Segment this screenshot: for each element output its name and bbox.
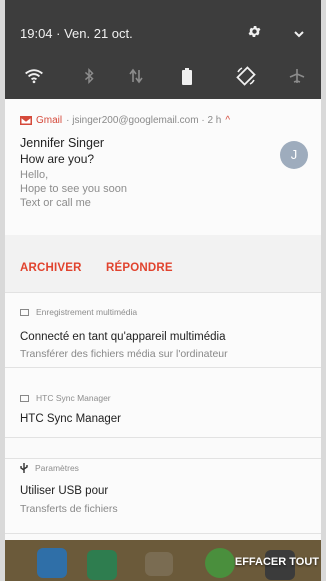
battery-icon (170, 62, 204, 90)
usb-settings-notification[interactable]: Paramètres Utiliser USB pour Transferts … (5, 458, 321, 534)
email-subject: How are you? (20, 152, 95, 166)
email-body-line: Text or call me (20, 197, 91, 209)
gmail-notification[interactable]: Gmail · jsinger200@googlemail.com · 2 h … (5, 99, 321, 293)
notification-shade: 19:04 · Ven. 21 oct. Gmail · jsinger200@… (5, 0, 321, 545)
media-transfer-notification[interactable]: Enregistrement multimédia Connecté en ta… (5, 293, 321, 368)
gmail-account-time: · jsinger200@googlemail.com · 2 h (66, 115, 222, 126)
sender-avatar: J (280, 141, 308, 169)
notification-app-name: HTC Sync Manager (36, 393, 111, 403)
gmail-icon (20, 116, 32, 125)
bluetooth-icon[interactable] (72, 62, 106, 90)
notification-actions: ARCHIVER RÉPONDRE (5, 235, 321, 292)
notification-text: Transférer des fichiers média sur l'ordi… (20, 348, 228, 360)
email-body-line: Hope to see you soon (20, 183, 128, 195)
notification-app-name: Enregistrement multimédia (36, 307, 138, 317)
collapse-chevron-icon[interactable]: ^ (225, 115, 230, 126)
status-header: 19:04 · Ven. 21 oct. (5, 0, 321, 99)
messages-app-icon (87, 550, 117, 580)
browser-app-icon (205, 548, 235, 578)
wifi-icon[interactable] (17, 62, 51, 90)
notification-title: Connecté en tant qu'appareil multimédia (20, 331, 226, 343)
auto-rotate-icon[interactable] (229, 62, 263, 90)
archive-button[interactable]: ARCHIVER (20, 262, 82, 274)
expand-chevron-icon[interactable] (293, 26, 305, 44)
clear-all-button[interactable]: EFFACER TOUT (235, 556, 319, 568)
gmail-header: Gmail · jsinger200@googlemail.com · 2 h … (20, 115, 230, 126)
gmail-app-name: Gmail (36, 115, 63, 126)
notification-text: Transferts de fichiers (20, 503, 118, 515)
settings-gear-icon[interactable] (247, 24, 262, 44)
usb-icon (20, 463, 28, 473)
phone-app-icon (37, 548, 67, 578)
usb-device-icon (20, 308, 29, 316)
notification-title: Utiliser USB pour (20, 485, 109, 497)
reply-button[interactable]: RÉPONDRE (106, 262, 173, 274)
apps-drawer-icon (145, 552, 173, 576)
notification-app-name: Paramètres (35, 463, 79, 473)
data-transfer-icon[interactable] (119, 62, 153, 90)
email-body-line: Hello, (20, 169, 49, 181)
email-sender: Jennifer Singer (20, 136, 105, 150)
htc-sync-notification[interactable]: HTC Sync Manager HTC Sync Manager (5, 368, 321, 438)
status-datetime: 19:04 · Ven. 21 oct. (20, 26, 133, 41)
airplane-mode-icon[interactable] (280, 62, 314, 90)
notification-title: HTC Sync Manager (20, 413, 121, 425)
sync-manager-icon (20, 394, 29, 402)
